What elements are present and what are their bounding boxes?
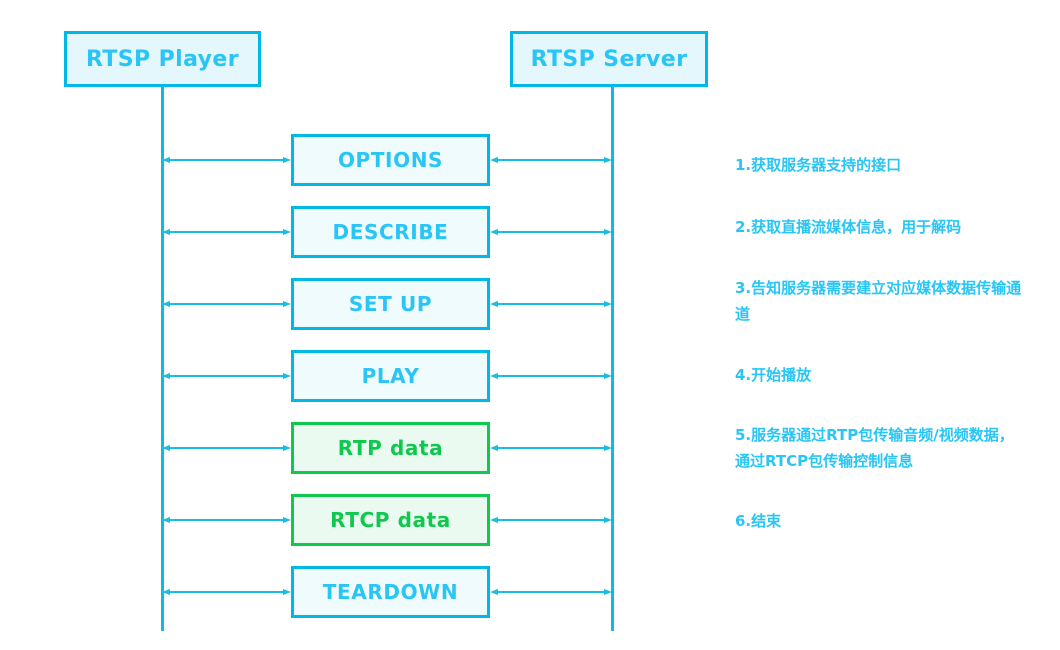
arrow-shaft xyxy=(169,447,284,449)
note-4: 4.开始播放 xyxy=(735,366,812,384)
arrow-player-to-message xyxy=(162,445,291,451)
message-row: OPTIONS xyxy=(0,134,720,186)
arrowhead-right-icon xyxy=(283,229,291,235)
message-label: RTCP data xyxy=(330,508,451,532)
arrow-shaft xyxy=(497,231,605,233)
arrow-message-to-server xyxy=(490,589,612,595)
arrowhead-right-icon xyxy=(604,157,612,163)
actor-rtsp-player: RTSP Player xyxy=(64,31,261,87)
arrowhead-right-icon xyxy=(283,301,291,307)
arrow-shaft xyxy=(169,231,284,233)
arrow-shaft xyxy=(169,303,284,305)
message-row: RTCP data xyxy=(0,494,720,546)
message-row: TEARDOWN xyxy=(0,566,720,618)
arrow-shaft xyxy=(497,447,605,449)
arrow-shaft xyxy=(497,303,605,305)
arrow-message-to-server xyxy=(490,229,612,235)
arrow-shaft xyxy=(497,159,605,161)
message-row: DESCRIBE xyxy=(0,206,720,258)
arrowhead-right-icon xyxy=(604,445,612,451)
actor-rtsp-player-label: RTSP Player xyxy=(86,46,239,72)
arrow-player-to-message xyxy=(162,589,291,595)
arrowhead-right-icon xyxy=(604,589,612,595)
message-label: RTP data xyxy=(337,436,444,460)
arrow-shaft xyxy=(497,375,605,377)
message-box-options: OPTIONS xyxy=(291,134,490,186)
arrow-message-to-server xyxy=(490,157,612,163)
message-label: SET UP xyxy=(348,292,433,316)
message-row: PLAY xyxy=(0,350,720,402)
message-row: SET UP xyxy=(0,278,720,330)
actor-rtsp-server: RTSP Server xyxy=(510,31,708,87)
arrow-message-to-server xyxy=(490,301,612,307)
message-box-rtp-data: RTP data xyxy=(291,422,490,474)
arrow-player-to-message xyxy=(162,301,291,307)
arrow-player-to-message xyxy=(162,373,291,379)
arrowhead-right-icon xyxy=(283,445,291,451)
message-box-play: PLAY xyxy=(291,350,490,402)
message-label: OPTIONS xyxy=(337,148,444,172)
arrowhead-right-icon xyxy=(604,517,612,523)
note-5: 5.服务器通过RTP包传输音频/视频数据，通过RTCP包传输控制信息 xyxy=(735,426,1014,470)
arrowhead-right-icon xyxy=(283,157,291,163)
arrowhead-right-icon xyxy=(283,589,291,595)
arrow-message-to-server xyxy=(490,517,612,523)
note-6: 6.结束 xyxy=(735,512,782,530)
message-label: TEARDOWN xyxy=(322,580,459,604)
arrowhead-right-icon xyxy=(604,229,612,235)
arrow-message-to-server xyxy=(490,373,612,379)
note-2: 2.获取直播流媒体信息，用于解码 xyxy=(735,218,962,236)
message-box-setup: SET UP xyxy=(291,278,490,330)
arrow-player-to-message xyxy=(162,229,291,235)
message-label: DESCRIBE xyxy=(332,220,449,244)
message-box-rtcp-data: RTCP data xyxy=(291,494,490,546)
note-3: 3.告知服务器需要建立对应媒体数据传输通道 xyxy=(735,279,1022,323)
rtsp-sequence-diagram: RTSP Player RTSP Server OPTIONS DESCRIBE xyxy=(0,0,1060,650)
arrow-shaft xyxy=(169,519,284,521)
message-label: PLAY xyxy=(361,364,420,388)
arrow-shaft xyxy=(497,519,605,521)
arrowhead-right-icon xyxy=(604,301,612,307)
arrow-shaft xyxy=(169,591,284,593)
arrow-shaft xyxy=(497,591,605,593)
arrow-player-to-message xyxy=(162,517,291,523)
arrow-player-to-message xyxy=(162,157,291,163)
arrowhead-right-icon xyxy=(604,373,612,379)
arrow-message-to-server xyxy=(490,445,612,451)
message-box-describe: DESCRIBE xyxy=(291,206,490,258)
actor-rtsp-server-label: RTSP Server xyxy=(530,46,688,72)
note-1: 1.获取服务器支持的接口 xyxy=(735,156,902,174)
arrowhead-right-icon xyxy=(283,517,291,523)
message-box-teardown: TEARDOWN xyxy=(291,566,490,618)
arrowhead-right-icon xyxy=(283,373,291,379)
arrow-shaft xyxy=(169,159,284,161)
message-row: RTP data xyxy=(0,422,720,474)
arrow-shaft xyxy=(169,375,284,377)
